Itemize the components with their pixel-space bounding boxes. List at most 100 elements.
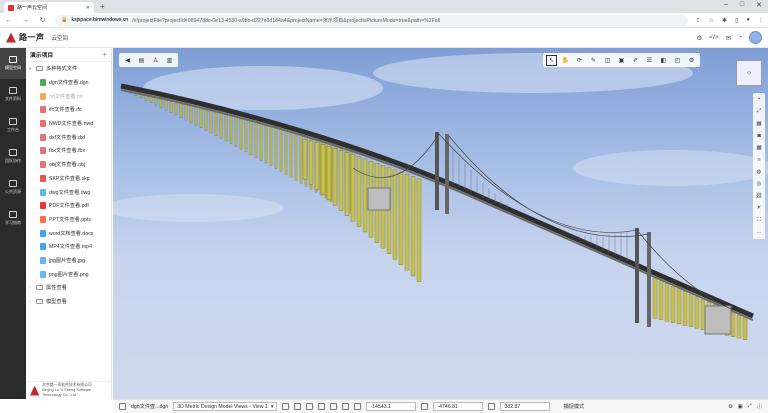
tree-file-item[interactable]: dgn文件查看.dgn bbox=[26, 76, 111, 90]
expand-icon[interactable]: ⤢ bbox=[748, 403, 752, 410]
markup-icon[interactable]: ✐ bbox=[631, 56, 640, 65]
nav-item-files[interactable]: 文件资料 bbox=[0, 79, 26, 110]
info-icon[interactable]: ⓘ bbox=[757, 403, 762, 410]
expand-icon[interactable]: ⤢ bbox=[757, 108, 761, 115]
pan-hand-icon[interactable]: ✋ bbox=[561, 56, 570, 65]
tree-file-item[interactable]: dwg文件查看.dwg bbox=[26, 185, 111, 199]
file-type-icon bbox=[40, 120, 46, 128]
tree-file-item[interactable]: obj文件查看.obj bbox=[26, 158, 111, 172]
image-icon[interactable]: ▦ bbox=[756, 121, 761, 127]
pier-column bbox=[308, 140, 314, 185]
sidebar-icon[interactable]: ▯ bbox=[735, 17, 738, 24]
extensions-icon[interactable]: ✱ bbox=[722, 17, 727, 24]
list-icon[interactable]: ≡ bbox=[757, 157, 760, 163]
dot-icon[interactable]: • bbox=[758, 96, 760, 102]
back-circle-icon[interactable]: ◀ bbox=[123, 56, 132, 65]
grid-icon[interactable]: ▩ bbox=[756, 145, 761, 151]
settings-icon[interactable]: ⚙ bbox=[728, 404, 733, 410]
tree-file-item[interactable]: png图片查看.png bbox=[26, 267, 111, 281]
tree-file-item[interactable]: jpg图片查看.jpg bbox=[26, 254, 111, 268]
tree-file-item[interactable]: SKP文件查看.skp bbox=[26, 172, 111, 186]
menu-dots-icon[interactable]: ⋯ bbox=[756, 230, 762, 236]
tree-folder-properties[interactable]: › 属性查看 bbox=[26, 281, 111, 295]
tree-icon[interactable]: ☰ bbox=[645, 56, 654, 65]
maximize-icon[interactable]: □ bbox=[740, 1, 744, 9]
menu-icon[interactable]: ⋮ bbox=[758, 17, 764, 24]
code-icon[interactable]: </> bbox=[709, 34, 718, 41]
new-tab-icon[interactable]: + bbox=[100, 2, 105, 11]
axis-icon[interactable] bbox=[306, 403, 314, 410]
chevron-right-icon[interactable]: › bbox=[29, 285, 33, 290]
tree-file-item[interactable]: rvt文件查看.rvt bbox=[26, 89, 111, 103]
nav-item-resources[interactable]: 公共资源 bbox=[0, 172, 26, 203]
nav-item-model-space[interactable]: 模型空间 bbox=[0, 48, 26, 79]
app-logo[interactable]: 路一声 云空间 bbox=[6, 32, 68, 43]
add-icon[interactable]: + bbox=[102, 50, 107, 59]
sun-icon[interactable]: ☀ bbox=[757, 205, 762, 211]
model-viewport[interactable]: ◀ ▤ ♙ ▥ ↖ ✋ ⟳ ✎ ◫ ▣ ✐ ☰ ◧ ◰ ⚙ ◇ • ⤢ ▦ ◙ … bbox=[113, 48, 768, 399]
view-cube[interactable]: ◇ bbox=[736, 60, 762, 86]
nav-item-guide[interactable]: 学习指南 bbox=[0, 203, 26, 234]
chevron-down-icon[interactable]: ▾ bbox=[29, 66, 33, 72]
tree-file-item[interactable]: dxf文件查看.dxf bbox=[26, 130, 111, 144]
grid-icon[interactable] bbox=[282, 403, 290, 410]
rotate-icon[interactable]: ⟳ bbox=[575, 56, 584, 65]
tree-file-item[interactable]: word文档查看.docx bbox=[26, 226, 111, 240]
browser-tab[interactable]: 路一声云空间 ✕ bbox=[4, 2, 94, 13]
reload-icon[interactable]: ↻ bbox=[38, 16, 47, 24]
minimize-icon[interactable]: – bbox=[724, 1, 728, 9]
tree-file-item[interactable]: fbx文件查看.fbx bbox=[26, 144, 111, 158]
tree-file-item[interactable]: MP4文件查看.mp4 bbox=[26, 240, 111, 254]
close-tab-icon[interactable]: ✕ bbox=[86, 5, 90, 11]
company-footer: 北京路一声软件技术有限公司 Beijing Lu Yi Sheng Softwa… bbox=[26, 381, 112, 399]
view-mode-icon[interactable]: ▣ bbox=[738, 404, 743, 410]
ruler-icon[interactable] bbox=[318, 403, 326, 410]
select-cursor-icon[interactable]: ↖ bbox=[546, 54, 557, 66]
forward-icon[interactable]: → bbox=[21, 17, 30, 24]
fullscreen-icon[interactable]: ⛶ bbox=[757, 217, 761, 224]
tree-folder-formats[interactable]: ▾ 多种格式文件 bbox=[26, 62, 111, 76]
view-select[interactable]: 3D Metric Design Model Views - View 1 ▾ bbox=[173, 402, 278, 411]
clip-icon[interactable]: ◧ bbox=[659, 56, 668, 65]
snap-icon[interactable] bbox=[294, 403, 302, 410]
share-icon[interactable]: ⇪ bbox=[696, 17, 701, 24]
bookmark-star-icon[interactable]: ☆ bbox=[709, 17, 714, 24]
stack-icon[interactable]: ▥ bbox=[165, 56, 174, 65]
measure-icon[interactable]: ✎ bbox=[589, 56, 598, 65]
nav-label: 学习指南 bbox=[5, 220, 21, 225]
profile-icon[interactable]: ● bbox=[746, 17, 750, 24]
section-icon[interactable]: ◫ bbox=[603, 56, 612, 65]
tree-file-item[interactable]: ifc文件查看.ifc bbox=[26, 103, 111, 117]
chevron-right-icon[interactable]: › bbox=[29, 299, 33, 304]
file-type-icon bbox=[40, 147, 46, 155]
layers-icon[interactable] bbox=[342, 403, 350, 410]
file-type-icon bbox=[40, 161, 46, 169]
tree-file-item[interactable]: NWD文件查看.nwd bbox=[26, 117, 111, 131]
model-icon[interactable]: ◰ bbox=[673, 56, 682, 65]
z-value: 382.87 bbox=[504, 403, 521, 410]
box-icon[interactable]: ▣ bbox=[617, 56, 626, 65]
nav-item-team[interactable]: 团队协作 bbox=[0, 141, 26, 172]
globe-icon[interactable]: ◍ bbox=[757, 169, 762, 175]
link-icon[interactable]: ⛓ bbox=[756, 193, 763, 199]
nav-item-workbench[interactable]: 工作台 bbox=[0, 110, 26, 141]
user-avatar[interactable] bbox=[749, 31, 762, 44]
tree-file-item[interactable]: PPT文件查看.pptx bbox=[26, 213, 111, 227]
camera-icon[interactable]: ◙ bbox=[757, 133, 760, 139]
gear-icon[interactable]: ⚙ bbox=[687, 56, 696, 65]
snap-mode-label[interactable]: 捕捉模式 bbox=[563, 403, 584, 410]
tree-folder-models[interactable]: › 模型查看 bbox=[26, 295, 111, 309]
notification-icon[interactable]: ◔ bbox=[738, 34, 742, 41]
target-icon[interactable]: ◎ bbox=[757, 181, 762, 187]
settings-icon[interactable]: ⚙ bbox=[696, 34, 702, 42]
address-bar[interactable]: 🔒 ksjspace.bimwindows.cn/#/projectFile?p… bbox=[55, 14, 688, 26]
layers-icon[interactable]: ▤ bbox=[137, 56, 146, 65]
tree-file-item[interactable]: PDF文件查看.pdf bbox=[26, 199, 111, 213]
close-window-icon[interactable]: ✕ bbox=[756, 1, 762, 9]
back-icon[interactable]: ← bbox=[4, 17, 13, 24]
chat-icon[interactable]: ✉ bbox=[726, 34, 731, 42]
left-navigation: 模型空间 文件资料 工作台 团队协作 公共资源 学习指南 bbox=[0, 48, 26, 399]
person-icon[interactable]: ♙ bbox=[151, 56, 160, 65]
lock-icon[interactable] bbox=[330, 403, 338, 410]
pier-column bbox=[398, 171, 404, 265]
